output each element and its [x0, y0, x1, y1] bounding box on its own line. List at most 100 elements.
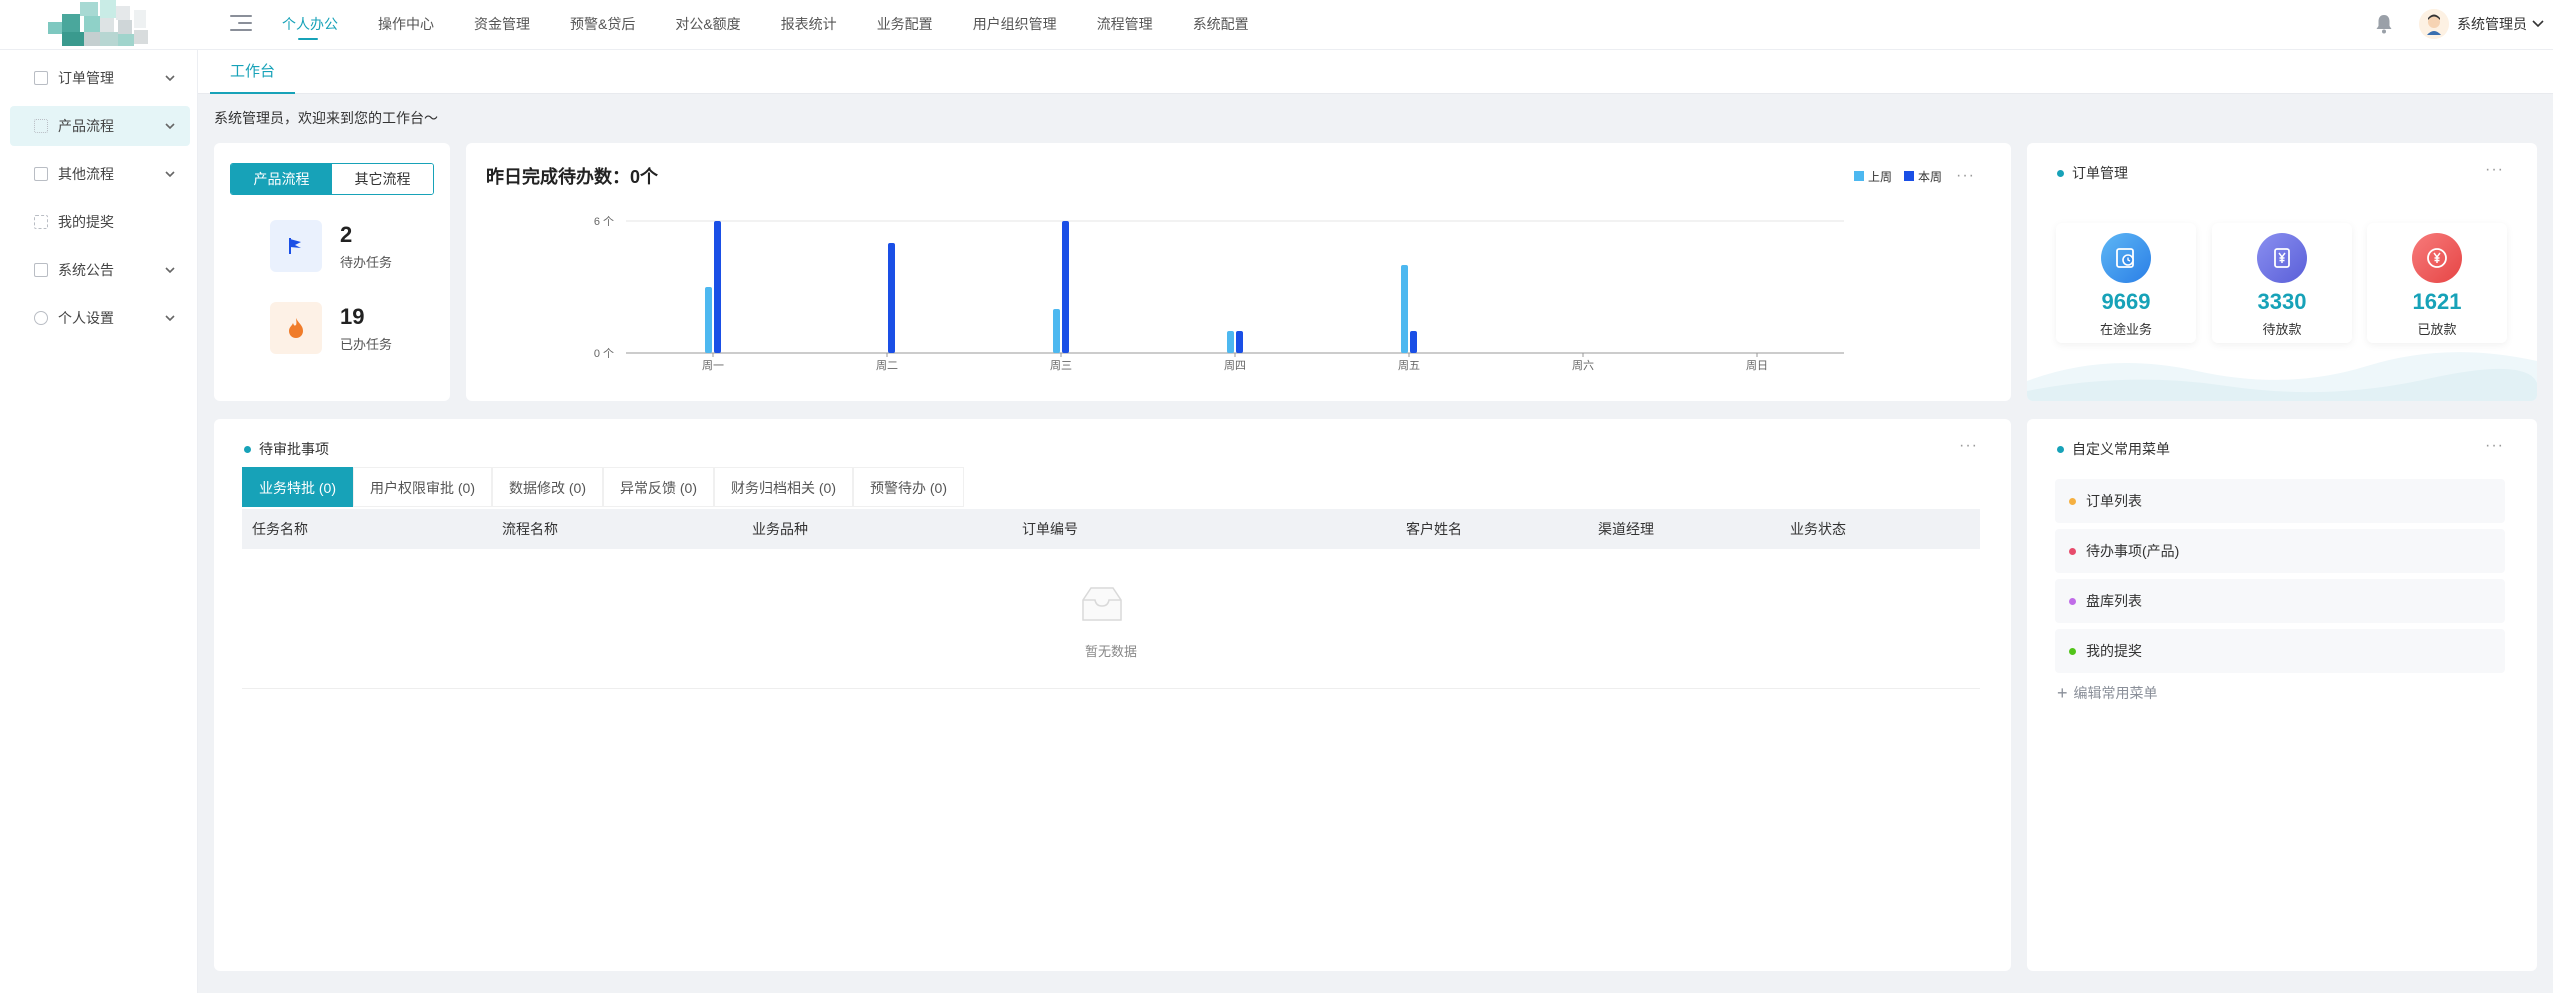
top-bar: 个人办公 操作中心 资金管理 预警&贷后 对公&额度 报表统计 业务配置 用户组… [0, 0, 2553, 50]
tab-warning-todo[interactable]: 预警待办 (0) [853, 467, 964, 507]
sidebar: 订单管理 产品流程 其他流程 我的提奖 系统公告 个人设置 [0, 50, 198, 993]
x-tick-label: 周六 [1572, 359, 1594, 372]
nav-item-system-config[interactable]: 系统配置 [1193, 0, 1269, 48]
shortcut-todo-product[interactable]: 待办事项(产品) [2055, 529, 2505, 573]
bar-this-week [1410, 331, 1417, 353]
avatar[interactable] [2419, 9, 2449, 39]
shortcut-inventory-list[interactable]: 盘库列表 [2055, 579, 2505, 623]
edit-shortcuts-label: 编辑常用菜单 [2073, 685, 2158, 701]
pending-tabs: 业务特批 (0) 用户权限审批 (0) 数据修改 (0) 异常反馈 (0) 财务… [242, 467, 964, 507]
bar-last-week [1227, 331, 1234, 353]
sidebar-item-label: 个人设置 [58, 310, 114, 326]
legend-last-week-label: 上周 [1867, 169, 1892, 184]
nav-item-fund-management[interactable]: 资金管理 [474, 0, 550, 48]
yuan-card-icon [2257, 233, 2307, 283]
edit-shortcuts-button[interactable]: + 编辑常用菜单 [2057, 683, 2158, 703]
shortcut-label: 订单列表 [2086, 493, 2142, 509]
column-order-number[interactable]: 订单编号 [1022, 509, 1078, 549]
shortcut-menu-card: 自定义常用菜单 ··· 订单列表 待办事项(产品) 盘库列表 我的提奖 + 编辑常… [2027, 419, 2537, 971]
nav-item-corporate-quota[interactable]: 对公&额度 [675, 0, 760, 48]
nav-item-process-management[interactable]: 流程管理 [1097, 0, 1173, 48]
chart-card: 昨日完成待办数：0个 上周 本周 ··· 0 个6 个周一 周二 周三 周四 周五 周六周… [466, 143, 2011, 401]
more-icon[interactable]: ··· [2485, 438, 2505, 454]
tab-workbench[interactable]: 工作台 [210, 50, 296, 94]
x-tick-label: 周二 [876, 359, 898, 372]
in-transit-value: 9669 [2101, 289, 2151, 314]
shortcut-label: 待办事项(产品) [2086, 543, 2180, 559]
tab-special-approval[interactable]: 业务特批 (0) [242, 467, 353, 507]
sidebar-item-order-management[interactable]: 订单管理 [10, 58, 190, 98]
bar-this-week [888, 243, 895, 353]
nav-item-personal-office[interactable]: 个人办公 [282, 0, 358, 48]
logo[interactable] [48, 0, 154, 48]
nav-item-business-config[interactable]: 业务配置 [877, 0, 953, 48]
table-header: 任务名称 流程名称 业务品种 订单编号 客户姓名 渠道经理 业务状态 [242, 509, 1980, 549]
x-tick-label: 周一 [702, 359, 724, 372]
nav-item-operation-center[interactable]: 操作中心 [378, 0, 454, 48]
shortcut-card-title-text: 自定义常用菜单 [2072, 441, 2170, 457]
y-tick-label: 0 个 [594, 347, 614, 360]
user-name[interactable]: 系统管理员 [2457, 14, 2527, 34]
yuan-circle-icon [2412, 233, 2462, 283]
sidebar-item-my-bonus[interactable]: 我的提奖 [10, 202, 190, 242]
more-icon[interactable]: ··· [1959, 438, 1979, 454]
sidebar-item-label: 系统公告 [58, 262, 114, 278]
bar-last-week [1401, 265, 1408, 353]
loaned-value: 1621 [2412, 289, 2462, 314]
other-flow-toggle[interactable]: 其它流程 [332, 164, 433, 194]
column-channel-manager[interactable]: 渠道经理 [1598, 509, 1654, 549]
column-process-name[interactable]: 流程名称 [502, 509, 558, 549]
y-tick-label: 6 个 [594, 215, 614, 228]
nav-item-warning-postloan[interactable]: 预警&贷后 [570, 0, 655, 48]
chevron-down-icon[interactable] [2531, 17, 2545, 31]
tab-exception-feedback[interactable]: 异常反馈 (0) [603, 467, 714, 507]
pending-table: 任务名称 流程名称 业务品种 订单编号 客户姓名 渠道经理 业务状态 暂无数据 [242, 509, 1980, 689]
welcome-message: 系统管理员，欢迎来到您的工作台～ [214, 110, 438, 126]
flow-toggle: 产品流程 其它流程 [230, 163, 434, 195]
sidebar-item-label: 我的提奖 [58, 214, 114, 230]
nav-item-reports[interactable]: 报表统计 [781, 0, 857, 48]
sidebar-item-product-flow[interactable]: 产品流程 [10, 106, 190, 146]
pending-tasks-stat[interactable]: 2 待办任务 [270, 220, 392, 272]
column-customer-name[interactable]: 客户姓名 [1406, 509, 1462, 549]
pending-loan-label: 待放款 [2262, 322, 2302, 337]
loaned[interactable]: 1621 已放款 [2367, 223, 2507, 343]
shortcut-order-list[interactable]: 订单列表 [2055, 479, 2505, 523]
column-task-name[interactable]: 任务名称 [252, 509, 308, 549]
in-transit-label: 在途业务 [2099, 322, 2152, 337]
bullet-icon [2069, 497, 2076, 505]
pending-loan[interactable]: 3330 待放款 [2212, 223, 2352, 343]
legend-this-week-label: 本周 [1918, 169, 1943, 184]
pending-tasks-label: 待办任务 [340, 254, 393, 270]
order-card: 订单管理 ··· 9669 在途业务 3330 待放款 1621 已放款 [2027, 143, 2537, 401]
sidebar-item-personal-settings[interactable]: 个人设置 [10, 298, 190, 338]
legend-last-week[interactable]: 上周 [1853, 168, 1892, 185]
tab-user-permission[interactable]: 用户权限审批 (0) [353, 467, 492, 507]
sidebar-item-label: 订单管理 [58, 70, 114, 86]
sidebar-item-system-notice[interactable]: 系统公告 [10, 250, 190, 290]
tab-data-modification[interactable]: 数据修改 (0) [492, 467, 603, 507]
column-business-status[interactable]: 业务状态 [1790, 509, 1846, 549]
pending-tasks-count: 2 [340, 221, 353, 247]
sidebar-item-other-flow[interactable]: 其他流程 [10, 154, 190, 194]
column-business-type[interactable]: 业务品种 [752, 509, 808, 549]
more-icon[interactable]: ··· [2485, 162, 2505, 178]
x-tick-label: 周三 [1050, 359, 1072, 372]
nav-item-user-org[interactable]: 用户组织管理 [973, 0, 1077, 48]
loaned-label: 已放款 [2417, 322, 2457, 337]
tab-finance-archive[interactable]: 财务归档相关 (0) [714, 467, 853, 507]
done-tasks-count: 19 [340, 303, 365, 329]
legend-this-week[interactable]: 本周 [1904, 168, 1942, 185]
chevron-down-icon [165, 267, 175, 274]
menu-toggle-icon[interactable] [230, 13, 252, 33]
in-transit-business[interactable]: 9669 在途业务 [2056, 223, 2196, 343]
main-nav: 个人办公 操作中心 资金管理 预警&贷后 对公&额度 报表统计 业务配置 用户组… [282, 0, 1289, 50]
doc-icon [34, 167, 48, 181]
bell-icon[interactable] [2375, 14, 2393, 34]
user-area: 系统管理员 [2375, 0, 2545, 48]
empty-text: 暂无数据 [1084, 644, 1137, 659]
done-tasks-stat[interactable]: 19 已办任务 [270, 302, 392, 354]
shortcut-my-bonus[interactable]: 我的提奖 [2055, 629, 2505, 673]
bullet-icon [2069, 597, 2076, 605]
product-flow-toggle[interactable]: 产品流程 [231, 164, 332, 194]
